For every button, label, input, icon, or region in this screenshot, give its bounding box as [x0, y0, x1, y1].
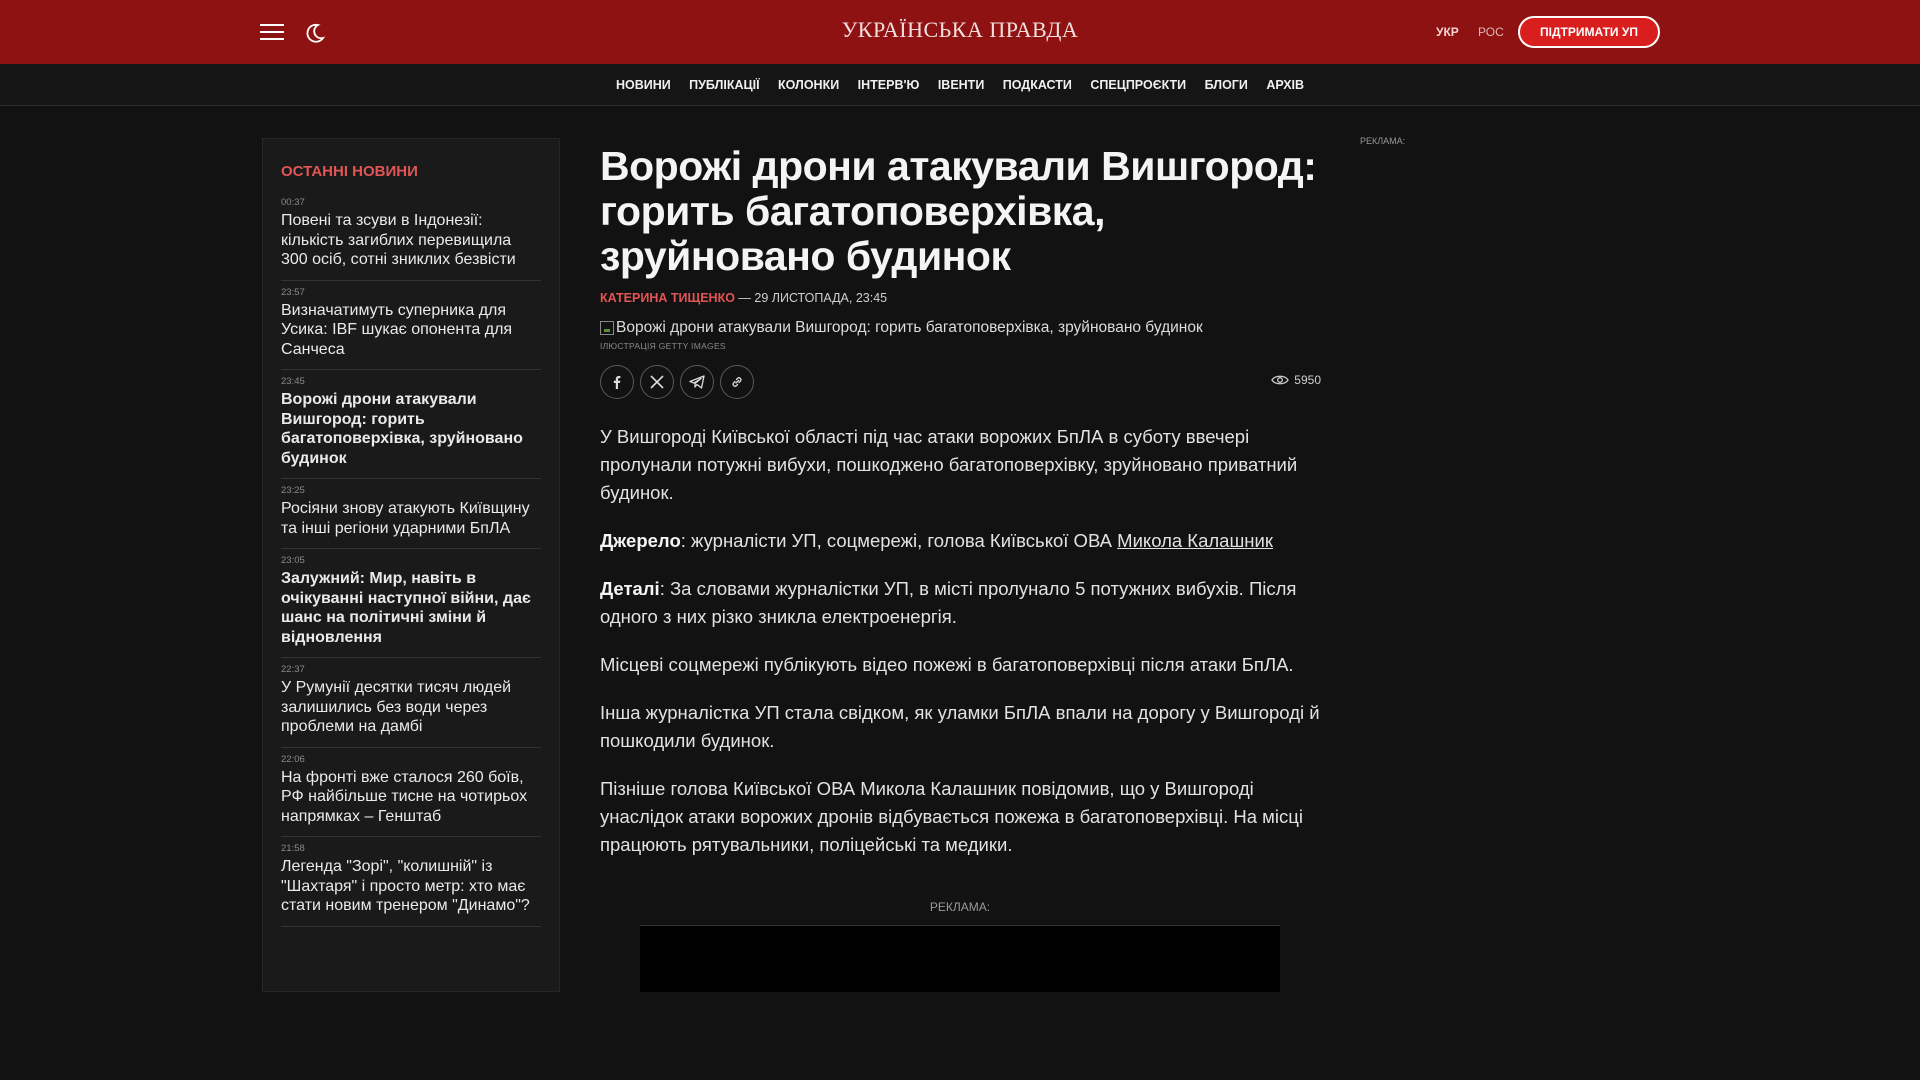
news-item[interactable]: 21:58 Легенда "Зорі", "колишній" із "Шах… — [281, 837, 541, 927]
news-title[interactable]: На фронті вже сталося 260 боїв, РФ найбі… — [281, 768, 541, 827]
news-time: 23:05 — [281, 555, 305, 566]
details-text: : За словами журналістки УП, в місті про… — [600, 578, 1297, 627]
news-time: 22:06 — [281, 753, 305, 765]
nav-item-columns[interactable]: КОЛОНКИ — [778, 64, 839, 106]
broken-image-icon — [600, 321, 614, 335]
image-alt-text: Ворожі дрони атакували Вишгород: горить … — [616, 319, 1203, 336]
page-bottom — [0, 992, 1920, 1080]
nav-item-special-projects[interactable]: СПЕЦПРОЄКТИ — [1090, 64, 1186, 106]
language-ros-link[interactable]: РОС — [1478, 25, 1504, 39]
article-headline: Ворожі дрони атакували Вишгород: горить … — [600, 143, 1317, 279]
news-time: 23:25 — [281, 485, 305, 496]
news-time: 23:57 — [281, 286, 305, 298]
news-item[interactable]: 23:25 Росіяни знову атакують Київщину та… — [281, 479, 541, 549]
ad-label-mid: РЕКЛАМА: — [929, 900, 991, 914]
article-date: — 29 ЛИСТОПАДА, 23:45 — [734, 291, 888, 305]
nav-item-publications[interactable]: ПУБЛІКАЦІЇ — [689, 64, 759, 106]
link-icon — [732, 377, 742, 387]
x-twitter-icon — [650, 375, 664, 389]
kalashnyk-link[interactable]: Микола Калашник — [1117, 530, 1273, 551]
article-body: У Вишгороді Київської області під час ат… — [600, 423, 1320, 859]
latest-news-sidebar: ОСТАННІ НОВИНИ 00:37 Повені та зсуви в І… — [262, 138, 560, 992]
news-time: 00:37 — [281, 197, 305, 208]
news-title[interactable]: Повені та зсуви в Індонезії: кількість з… — [281, 211, 541, 270]
source-label: Джерело — [600, 530, 681, 551]
article-byline: КАТЕРИНА ТИЩЕНКО — 29 ЛИСТОПАДА, 23:45 — [600, 291, 1320, 305]
hamburger-menu-icon[interactable] — [260, 24, 284, 40]
article: Ворожі дрони атакували Вишгород: горить … — [600, 143, 1321, 879]
nav-item-archive[interactable]: АРХІВ — [1266, 64, 1304, 106]
support-button[interactable]: ПІДТРИМАТИ УП — [1518, 16, 1660, 48]
ad-banner[interactable] — [640, 925, 1280, 993]
news-item[interactable]: 23:05 Залужний: Мир, навіть в очікуванні… — [281, 549, 541, 658]
nav-item-interviews[interactable]: ІНТЕРВ'Ю — [858, 64, 920, 106]
paragraph: У Вишгороді Київської області під час ат… — [600, 426, 1298, 503]
news-title[interactable]: У Румунії десятки тисяч людей залишились… — [281, 678, 541, 737]
news-item[interactable]: 22:37 У Румунії десятки тисяч людей зали… — [281, 658, 541, 748]
paragraph-source: Джерело: журналісти УП, соцмережі, голов… — [600, 527, 1320, 555]
view-counter: 5950 — [1271, 373, 1321, 387]
share-row: 5950 — [600, 365, 1321, 399]
site-logo[interactable]: УКРАЇНСЬКА ПРАВДА — [842, 17, 1079, 42]
author-link[interactable]: КАТЕРИНА ТИЩЕНКО — [600, 291, 735, 305]
news-title[interactable]: Ворожі дрони атакували Вишгород: горить … — [281, 390, 541, 468]
view-count: 5950 — [1294, 373, 1321, 387]
news-time: 22:37 — [281, 664, 305, 675]
facebook-icon — [613, 376, 621, 389]
article-image: Ворожі дрони атакували Вишгород: горить … — [600, 319, 1320, 337]
image-caption: ІЛЮСТРАЦІЯ GETTY IMAGES — [600, 341, 726, 351]
source-text: : журналісти УП, соцмережі, голова Київс… — [680, 530, 1118, 551]
nav-item-events[interactable]: ІВЕНТИ — [938, 64, 984, 106]
news-title[interactable]: Визначатимуть суперника для Усика: IBF ш… — [281, 301, 541, 360]
nav-item-blogs[interactable]: БЛОГИ — [1205, 64, 1248, 106]
paragraph-details: Деталі: За словами журналістки УП, в міс… — [600, 575, 1320, 631]
paragraph: Пізніше голова Київської ОВА Микола Кала… — [600, 778, 1303, 855]
news-title[interactable]: Росіяни знову атакують Київщину та інші … — [281, 499, 541, 538]
paragraph: Місцеві соцмережі публікують відео пожеж… — [600, 654, 1294, 675]
details-label: Деталі — [600, 578, 660, 599]
news-title[interactable]: Легенда "Зорі", "колишній" із "Шахтаря" … — [281, 857, 541, 916]
telegram-share-button[interactable] — [680, 365, 714, 399]
language-ukr-link[interactable]: УКР — [1436, 25, 1459, 39]
news-title[interactable]: Залужний: Мир, навіть в очікуванні насту… — [281, 569, 541, 647]
ad-label-right: РЕКЛАМА: — [1360, 136, 1406, 146]
telegram-icon — [689, 375, 705, 389]
news-item-current[interactable]: 23:45 Ворожі дрони атакували Вишгород: г… — [281, 370, 541, 479]
news-item[interactable]: 23:57 Визначатимуть суперника для Усика:… — [281, 281, 541, 370]
top-header: УКРАЇНСЬКА ПРАВДА УКР РОС ПІДТРИМАТИ УП — [0, 0, 1920, 64]
eye-icon — [1271, 375, 1290, 385]
paragraph: Інша журналістка УП стала свідком, як ул… — [600, 702, 1320, 751]
news-item[interactable]: 00:37 Повені та зсуви в Індонезії: кільк… — [281, 191, 541, 281]
moon-icon[interactable] — [304, 22, 326, 44]
nav-item-podcasts[interactable]: ПОДКАСТИ — [1003, 64, 1072, 106]
news-list: 00:37 Повені та зсуви в Індонезії: кільк… — [281, 191, 541, 927]
main-nav: НОВИНИ ПУБЛІКАЦІЇ КОЛОНКИ ІНТЕРВ'Ю ІВЕНТ… — [0, 64, 1920, 106]
sidebar-title: ОСТАННІ НОВИНИ — [281, 163, 418, 180]
news-time: 21:58 — [281, 843, 305, 854]
nav-item-news[interactable]: НОВИНИ — [616, 64, 671, 106]
facebook-share-button[interactable] — [600, 365, 634, 399]
x-share-button[interactable] — [640, 365, 674, 399]
news-item[interactable]: 22:06 На фронті вже сталося 260 боїв, РФ… — [281, 748, 541, 837]
copy-link-button[interactable] — [720, 365, 754, 399]
news-time: 23:45 — [281, 376, 305, 387]
